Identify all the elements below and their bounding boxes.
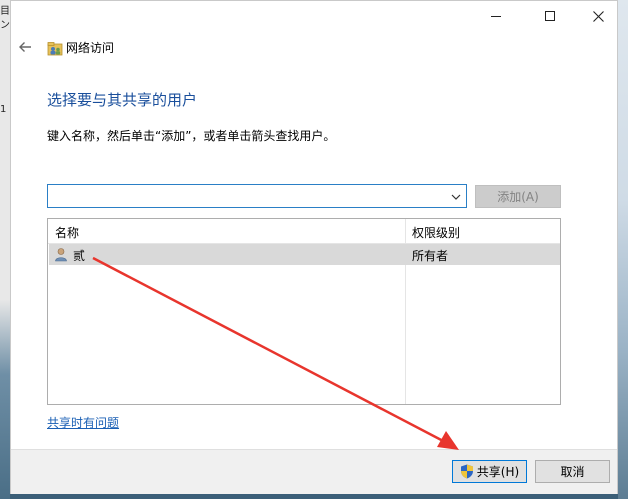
share-button[interactable]: 共享(H) [452,460,527,483]
desktop-fragment-text: 目 [0,6,10,17]
page-title: 选择要与其共享的用户 [47,91,198,109]
instruction-text: 键入名称，然后单击“添加”，或者单击箭头查找用户。 [47,129,336,143]
back-arrow-icon[interactable] [15,37,35,57]
dialog-footer: 共享(H) 取消 [11,449,617,494]
column-header-name[interactable]: 名称 [55,224,79,241]
desktop-background-right [618,0,628,499]
uac-shield-icon [460,464,473,479]
permission-level[interactable]: 所有者 [412,247,448,264]
column-header-permission[interactable]: 权限级别 [412,224,460,241]
desktop-fragment-text: 1 [0,104,7,115]
list-header: 名称 权限级别 [48,219,560,244]
desktop-fragment-text: ン [0,20,10,31]
user-combobox[interactable] [47,184,467,208]
share-button-label: 共享(H) [476,465,520,479]
chevron-down-icon[interactable] [450,191,462,203]
desktop-background-left: 目 ン 1 [0,0,10,499]
network-access-dialog: 网络访问 选择要与其共享的用户 键入名称，然后单击“添加”，或者单击箭头查找用户… [10,0,618,494]
network-share-icon [47,42,63,56]
maximize-button[interactable] [527,1,573,31]
user-name-input[interactable] [50,186,449,208]
window-title: 网络访问 [66,41,115,55]
user-name: 贰 [73,249,86,263]
close-icon [592,10,604,22]
minimize-icon [491,15,501,17]
minimize-button[interactable] [473,1,519,31]
cancel-button[interactable]: 取消 [535,460,610,483]
add-button[interactable]: 添加(A) [475,185,561,208]
user-permission-list[interactable]: 名称 权限级别 贰 所有者 [47,218,561,405]
close-button[interactable] [575,1,621,31]
maximize-icon [545,11,555,21]
table-row[interactable]: 贰 所有者 [49,244,560,265]
user-icon [55,248,67,262]
sharing-help-link[interactable]: 共享时有问题 [47,414,119,431]
